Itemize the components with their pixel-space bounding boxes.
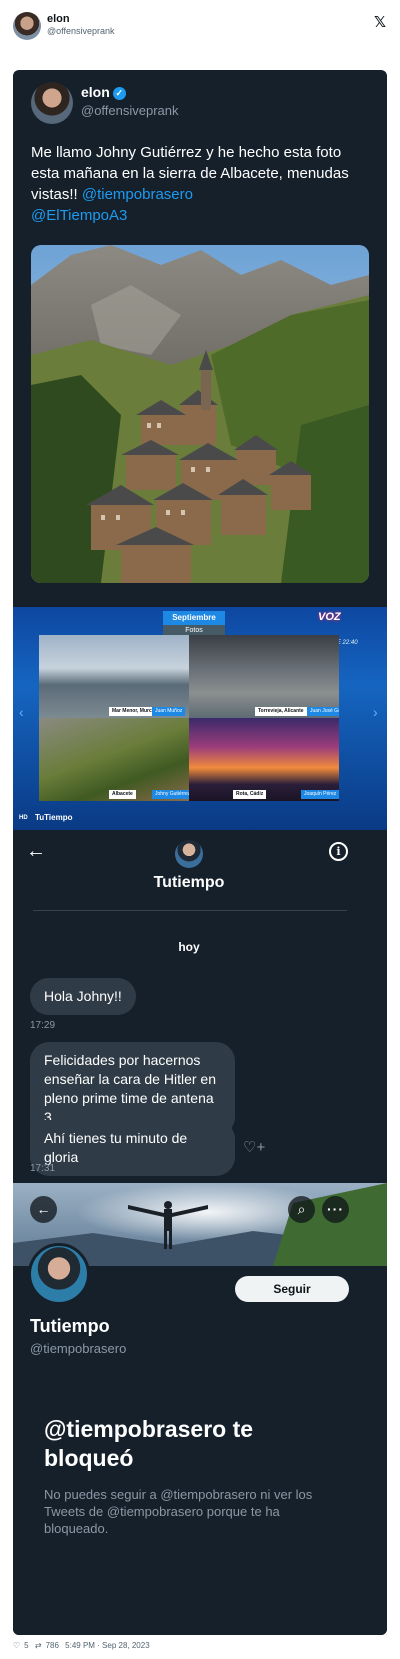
top-header: elon @offensiveprank 𝕏 — [0, 0, 400, 56]
chevron-left-icon: ‹ — [19, 704, 24, 720]
profile-screenshot: ← ⌕ ··· Seguir Tutiempo @tiempobrasero @… — [13, 1183, 387, 1635]
verified-badge-icon: ✓ — [112, 87, 126, 100]
blocked-title: @tiempobrasero te bloqueó — [44, 1416, 254, 1471]
photo-place: Torrevieja, Alicante — [255, 707, 307, 716]
tv-title: Septiembre — [163, 611, 225, 625]
divider — [33, 910, 347, 911]
photo-author: Juan Muñoz — [152, 707, 186, 716]
tweet-author-handle[interactable]: @offensiveprank — [81, 103, 179, 118]
message-bubble[interactable]: Hola Johny!! — [30, 978, 136, 1015]
tv-logo: VOZ — [318, 611, 341, 623]
photo-author: Johny Gutiérrez — [152, 790, 189, 799]
mention-link[interactable]: @tiempobrasero — [82, 186, 193, 203]
retweet-icon[interactable]: ⇄ — [35, 1641, 42, 1650]
chevron-right-icon: › — [373, 704, 378, 720]
photo-place: Rota, Cádiz — [233, 790, 267, 799]
dm-day-label: hoy — [178, 940, 200, 954]
tweet-footer: ♡ 5 ⇄ 786 5:49 PM · Sep 28, 2023 — [13, 1641, 154, 1650]
photo-author: Joaquín Pérez — [301, 790, 339, 799]
tv-brand: TuTiempo — [35, 813, 73, 822]
mention-link[interactable]: @ElTiempoA3 — [31, 207, 127, 224]
profile-handle: @tiempobrasero — [30, 1341, 127, 1356]
tweet-author-name-text: elon — [81, 84, 110, 100]
user-name[interactable]: elon — [47, 13, 70, 25]
tweet-text: Me llamo Johny Gutiérrez y he hecho esta… — [31, 142, 361, 226]
tv-photo-cell: Albacete Johny Gutiérrez — [39, 718, 189, 801]
user-handle[interactable]: @offensiveprank — [47, 26, 115, 36]
tweet-card: elon ✓ @offensiveprank Me llamo Johny Gut… — [13, 70, 387, 1635]
profile-name: Tutiempo — [30, 1316, 110, 1336]
tweet-timestamp[interactable]: 5:49 PM · Sep 28, 2023 — [65, 1641, 150, 1650]
page: elon @offensiveprank 𝕏 elon ✓ @offensivep… — [0, 0, 400, 1659]
dm-avatar[interactable] — [175, 840, 203, 868]
search-icon[interactable]: ⌕ — [288, 1196, 315, 1223]
follow-button[interactable]: Seguir — [235, 1276, 349, 1302]
dm-title: Tutiempo — [153, 874, 225, 891]
tweet-photo[interactable] — [31, 245, 369, 583]
retweet-count: 786 — [45, 1641, 59, 1650]
tv-photo-cell: Rota, Cádiz Joaquín Pérez — [189, 718, 339, 801]
avatar[interactable] — [13, 12, 41, 40]
profile-avatar[interactable] — [28, 1243, 90, 1305]
mountain-village-image — [31, 245, 369, 583]
message-bubble[interactable]: Ahí tienes tu minuto de gloria — [30, 1120, 235, 1176]
back-arrow-icon[interactable]: ← — [30, 1196, 57, 1223]
like-count: 5 — [24, 1641, 29, 1650]
add-reaction-icon[interactable]: ♡+ — [243, 1138, 265, 1156]
photo-place: Albacete — [109, 790, 136, 799]
message-time: 17:29 — [30, 1020, 56, 1031]
photo-author: Juan José García — [307, 707, 339, 716]
back-arrow-icon[interactable]: ← — [26, 840, 46, 863]
message-time: 17:31 — [30, 1163, 56, 1174]
tv-photo-cell: Torrevieja, Alicante Juan José García — [189, 635, 339, 718]
tweet-author-name[interactable]: elon ✓ — [81, 84, 126, 100]
info-icon[interactable]: i — [329, 842, 348, 861]
dm-screenshot: ← Tutiempo i hoy Hola Johny!! 17:29 Feli… — [13, 830, 387, 1183]
like-icon[interactable]: ♡ — [13, 1641, 20, 1650]
blocked-description: No puedes seguir a @tiempobrasero ni ver… — [44, 1487, 313, 1536]
hd-badge: HD — [19, 815, 28, 821]
tweet-avatar[interactable] — [31, 82, 73, 124]
more-icon[interactable]: ··· — [322, 1196, 349, 1223]
tv-photo-cell: Mar Menor, Murcia Juan Muñoz — [39, 635, 189, 718]
x-logo-icon[interactable]: 𝕏 — [374, 13, 386, 31]
tv-screenshot[interactable]: Septiembre Fotos VOZ CULTURE 22:40 ‹ › M… — [13, 607, 387, 830]
